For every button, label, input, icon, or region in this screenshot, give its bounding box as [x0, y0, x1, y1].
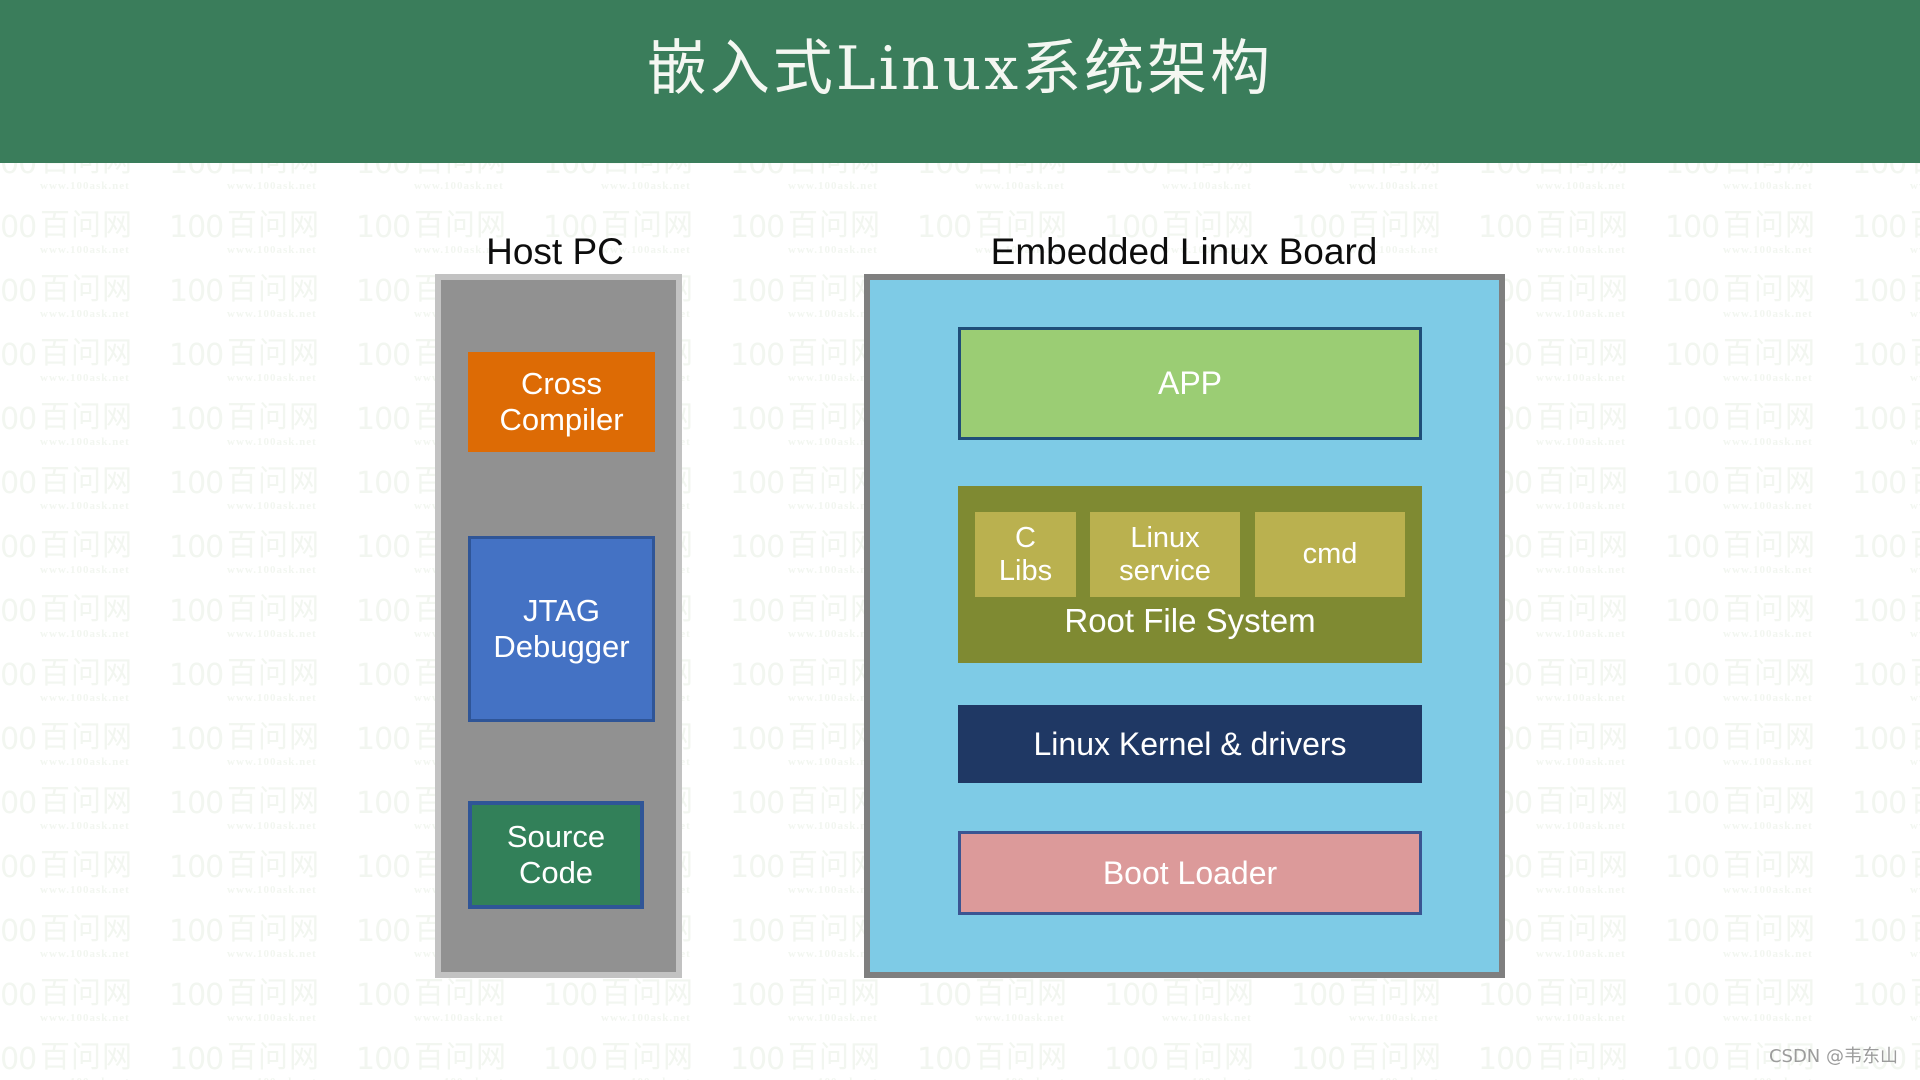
cross-compiler-block[interactable]: Cross Compiler: [468, 352, 655, 452]
root-file-system-block[interactable]: C Libs Linux service cmd Root File Syste…: [958, 486, 1422, 663]
linux-kernel-block[interactable]: Linux Kernel & drivers: [958, 705, 1422, 783]
embedded-board-caption: Embedded Linux Board: [990, 231, 1378, 272]
page-title: 嵌入式Linux系统架构: [646, 34, 1274, 104]
c-libs-block[interactable]: C Libs: [975, 512, 1076, 597]
jtag-debugger-block[interactable]: JTAG Debugger: [468, 536, 655, 722]
host-pc-caption: Host PC: [486, 231, 624, 272]
embedded-board-container: APP C Libs Linux service cmd Root File S…: [864, 274, 1505, 978]
host-pc-container: Cross Compiler JTAG Debugger Source Code: [435, 274, 682, 978]
linux-service-block[interactable]: Linux service: [1090, 512, 1240, 597]
boot-loader-block[interactable]: Boot Loader: [958, 831, 1422, 915]
source-code-block[interactable]: Source Code: [468, 801, 644, 909]
header-banner: 嵌入式Linux系统架构: [0, 0, 1920, 163]
csdn-credit: CSDN @韦东山: [1768, 1046, 1898, 1067]
app-block[interactable]: APP: [958, 327, 1422, 440]
cmd-block[interactable]: cmd: [1255, 512, 1405, 597]
root-file-system-label: Root File System: [1064, 602, 1316, 639]
